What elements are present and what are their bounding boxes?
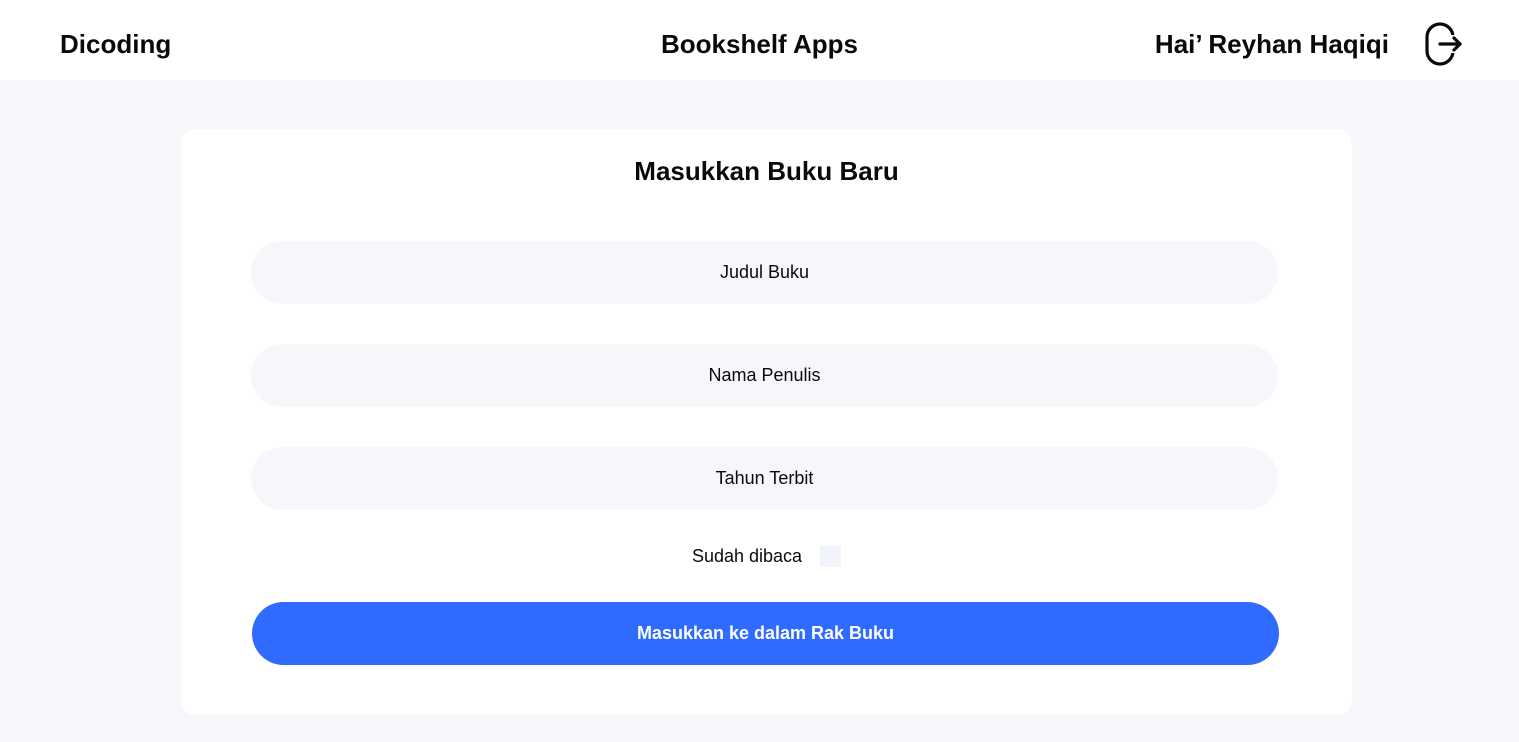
navbar: Dicoding Bookshelf Apps Hai’ Reyhan Haqi… — [0, 0, 1519, 80]
logout-button[interactable] — [1420, 20, 1466, 68]
read-status-row: Sudah dibaca — [181, 543, 1352, 569]
author-input[interactable] — [251, 344, 1278, 407]
submit-book-button[interactable]: Masukkan ke dalam Rak Buku — [252, 602, 1279, 665]
new-book-form-card: Masukkan Buku Baru Sudah dibaca Masukkan… — [181, 129, 1352, 715]
user-greeting: Hai’ Reyhan Haqiqi — [1154, 29, 1389, 59]
logout-icon — [1425, 22, 1462, 66]
read-status-checkbox[interactable] — [820, 545, 842, 567]
read-status-label: Sudah dibaca — [691, 546, 803, 566]
year-input[interactable] — [251, 447, 1278, 510]
book-title-input[interactable] — [251, 241, 1278, 304]
form-title: Masukkan Buku Baru — [634, 156, 899, 186]
